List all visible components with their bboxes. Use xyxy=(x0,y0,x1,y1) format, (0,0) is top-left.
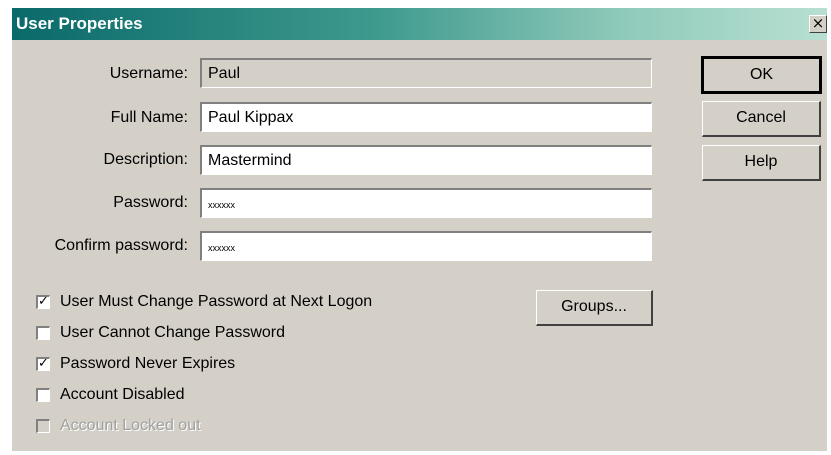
username-field[interactable] xyxy=(200,58,652,88)
confirm-password-label: Confirm password: xyxy=(54,237,188,254)
cannot-change-password-checkbox[interactable] xyxy=(36,326,50,340)
description-label: Description: xyxy=(103,151,188,168)
username-label: Username: xyxy=(109,65,188,82)
password-label: Password: xyxy=(113,194,188,211)
full-name-label: Full Name: xyxy=(110,109,188,126)
groups-button[interactable]: Groups... xyxy=(536,290,653,326)
help-button[interactable]: Help xyxy=(702,145,821,181)
account-disabled-checkbox[interactable] xyxy=(36,388,50,402)
close-button[interactable]: × xyxy=(809,15,827,33)
must-change-password-label[interactable]: User Must Change Password at Next Logon xyxy=(60,293,372,311)
checkmark-icon: ✓ xyxy=(38,294,49,309)
password-never-expires-label[interactable]: Password Never Expires xyxy=(60,355,235,373)
ok-button[interactable]: OK xyxy=(701,56,822,94)
account-locked-out-checkbox xyxy=(36,419,50,433)
checkmark-icon: ✓ xyxy=(38,356,49,371)
cannot-change-password-label[interactable]: User Cannot Change Password xyxy=(60,324,285,342)
description-field[interactable] xyxy=(200,145,652,175)
cancel-button[interactable]: Cancel xyxy=(702,101,821,137)
account-disabled-label[interactable]: Account Disabled xyxy=(60,386,185,404)
must-change-password-checkbox[interactable]: ✓ xyxy=(36,295,50,309)
window-title: User Properties xyxy=(16,14,143,33)
confirm-password-field[interactable] xyxy=(200,231,652,261)
close-icon: × xyxy=(811,14,825,32)
password-never-expires-checkbox[interactable]: ✓ xyxy=(36,357,50,371)
password-field[interactable] xyxy=(200,188,652,218)
user-properties-dialog: User Properties × Username: Full Name: D… xyxy=(12,8,827,451)
full-name-field[interactable] xyxy=(200,102,652,132)
title-bar[interactable]: User Properties × xyxy=(12,8,827,40)
account-locked-out-label: Account Locked out xyxy=(60,417,201,434)
